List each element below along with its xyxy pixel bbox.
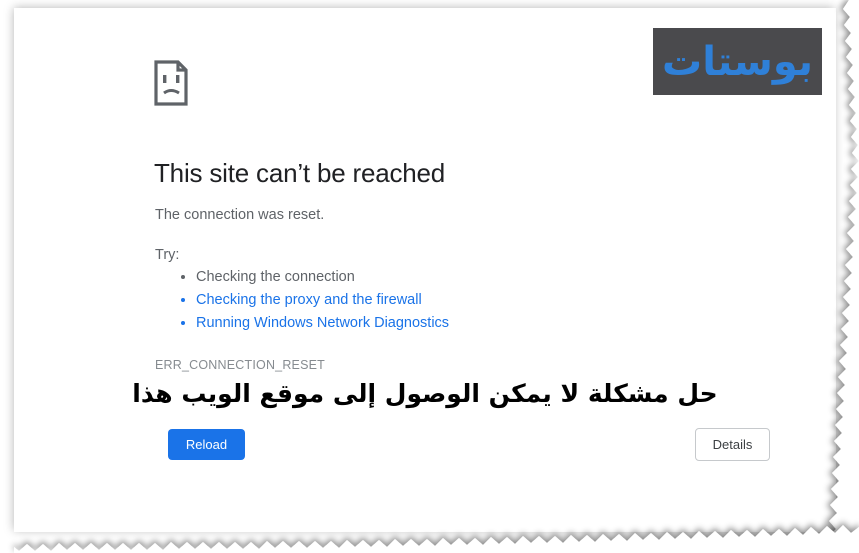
watermark-text: بوستات [662,38,813,85]
details-button[interactable]: Details [695,428,770,461]
error-code: ERR_CONNECTION_RESET [155,358,325,372]
sad-page-icon [154,60,194,106]
list-item[interactable]: Running Windows Network Diagnostics [196,312,449,335]
reload-button[interactable]: Reload [168,429,245,460]
page-title: This site can’t be reached [154,158,446,188]
list-item[interactable]: Checking the proxy and the firewall [196,289,449,312]
try-label: Try: [155,247,180,263]
suggestion-list: Checking the connection Checking the pro… [176,266,449,335]
error-subtitle: The connection was reset. [155,207,325,223]
browser-error-page: This site can’t be reached The connectio… [14,8,836,532]
watermark-badge: بوستات [653,28,822,95]
arabic-caption-overlay: حل مشكلة لا يمكن الوصول إلى موقع الويب ه… [132,379,718,408]
list-item: Checking the connection [196,266,449,289]
torn-paper-sheet: This site can’t be reached The connectio… [14,8,836,532]
screenshot-root: This site can’t be reached The connectio… [0,0,859,553]
